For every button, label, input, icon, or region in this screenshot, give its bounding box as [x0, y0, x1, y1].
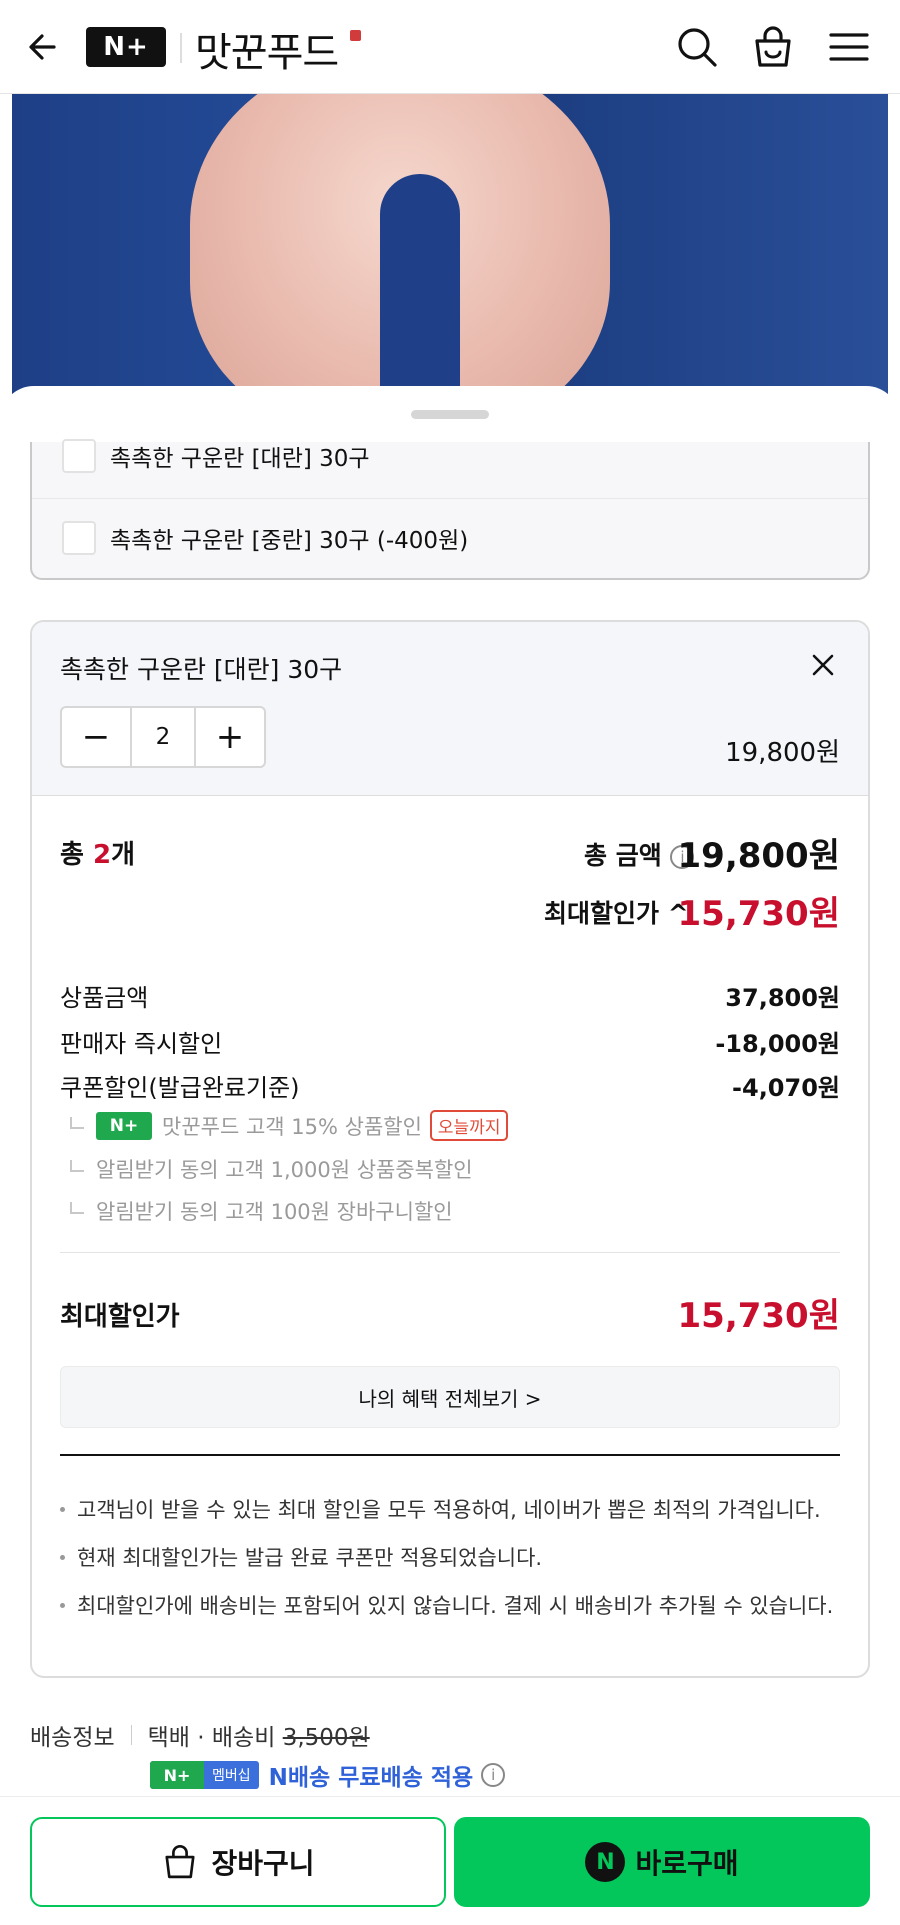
coupon-item: 알림받기 동의 고객 100원 장바구니할인 [70, 1196, 453, 1226]
selected-item-title: 촉촉한 구운란 [대란] 30구 [60, 655, 343, 684]
note-item: 최대할인가에 배송비는 포함되어 있지 않습니다. 결제 시 배송비가 추가될 … [60, 1590, 833, 1620]
final-price-value: 15,730원 [677, 1296, 840, 1336]
today-only-badge: 오늘까지 [429, 1110, 509, 1141]
product-image [0, 94, 900, 434]
naver-plus-badge: N+ [96, 1111, 152, 1140]
breakdown-row: 판매자 즉시할인 -18,000원 [60, 1030, 840, 1058]
membership-free-shipping: N+ 멤버십 N배송 무료배송 적용 i [150, 1758, 506, 1792]
quantity-value[interactable]: 2 [130, 708, 196, 766]
option-label: 촉촉한 구운란 [대란] 30구 [110, 446, 370, 472]
final-price-label: 최대할인가 [60, 1302, 180, 1332]
naver-pay-icon: N [585, 1842, 626, 1882]
total-amount-value: 19,800원 [677, 836, 840, 876]
selected-option-card: 촉촉한 구운란 [대란] 30구 − 2 + 19,800원 총 2개 총 금액… [30, 620, 870, 1678]
info-icon[interactable]: i [481, 1763, 506, 1787]
add-to-cart-button[interactable]: 장바구니 [30, 1817, 446, 1907]
buy-now-button[interactable]: N 바로구매 [454, 1817, 870, 1907]
decrease-button[interactable]: − [62, 708, 130, 766]
top-header: N+ 맛꾼푸드 [0, 0, 900, 94]
coupon-item: N+ 맛꾼푸드 고객 15% 상품할인 오늘까지 [70, 1110, 509, 1141]
max-discount-toggle[interactable]: 최대할인가 ^ [544, 894, 689, 930]
bottom-action-bar: 장바구니 N 바로구매 [0, 1796, 900, 1925]
option-list: 촉촉한 구운란 [대란] 30구 촉촉한 구운란 [중란] 30구 (-400원… [30, 439, 870, 580]
total-count: 총 2개 [60, 840, 135, 870]
option-checkbox[interactable] [62, 439, 96, 473]
sheet-drag-handle[interactable] [411, 410, 489, 419]
option-item[interactable]: 촉촉한 구운란 [대란] 30구 [32, 422, 868, 490]
option-bottom-sheet: 촉촉한 구운란 [대란] 30구 촉촉한 구운란 [중란] 30구 (-400원… [0, 386, 900, 1925]
option-label: 촉촉한 구운란 [중란] 30구 (-400원) [110, 528, 469, 554]
note-item: 고객님이 받을 수 있는 최대 할인을 모두 적용하여, 네이버가 뽑은 최적의… [60, 1494, 821, 1524]
view-all-benefits-button[interactable]: 나의 혜택 전체보기 > [60, 1366, 840, 1428]
breakdown-row: 상품금액 37,800원 [60, 984, 840, 1012]
option-divider [32, 498, 868, 499]
back-arrow-icon[interactable] [24, 27, 64, 67]
option-checkbox[interactable] [62, 521, 96, 555]
max-discount-value: 15,730원 [677, 894, 840, 934]
note-item: 현재 최대할인가는 발급 완료 쿠폰만 적용되었습니다. [60, 1542, 542, 1572]
store-name[interactable]: 맛꾼푸드 [195, 20, 339, 78]
breakdown-row: 쿠폰할인(발급완료기준) -4,070원 [60, 1074, 840, 1102]
membership-badge: N+ 멤버십 [150, 1761, 259, 1789]
shopping-bag-icon[interactable] [750, 24, 796, 70]
close-icon[interactable] [808, 650, 838, 680]
selected-item: 촉촉한 구운란 [대란] 30구 − 2 + 19,800원 [32, 622, 868, 796]
quantity-stepper: − 2 + [60, 706, 266, 768]
selected-item-price: 19,800원 [725, 738, 840, 768]
delivery-info: 배송정보 택배 · 배송비 3,500원 [30, 1725, 370, 1751]
store-badge-icon [350, 30, 361, 41]
search-icon[interactable] [674, 24, 720, 70]
free-shipping-text[interactable]: N배송 무료배송 적용 [269, 1758, 474, 1792]
shopping-bag-icon [165, 1844, 196, 1879]
menu-icon[interactable] [826, 24, 872, 70]
header-divider [180, 33, 182, 63]
section-divider [60, 1252, 840, 1253]
coupon-item: 알림받기 동의 고객 1,000원 상품중복할인 [70, 1154, 473, 1184]
increase-button[interactable]: + [196, 708, 264, 766]
naver-plus-logo[interactable]: N+ [86, 27, 166, 67]
option-item[interactable]: 촉촉한 구운란 [중란] 30구 (-400원) [32, 504, 868, 572]
notes-divider [60, 1454, 840, 1456]
